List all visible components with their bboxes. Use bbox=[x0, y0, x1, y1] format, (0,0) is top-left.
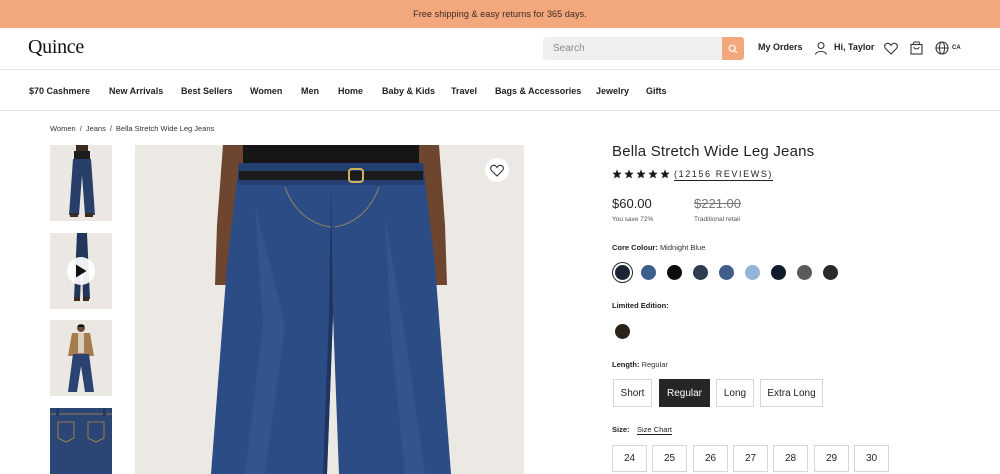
colour-swatch[interactable] bbox=[641, 265, 656, 280]
size-option-24[interactable]: 24 bbox=[612, 445, 647, 472]
product-main-image[interactable] bbox=[135, 145, 524, 474]
colour-swatch[interactable] bbox=[745, 265, 760, 280]
add-to-wishlist-button[interactable] bbox=[485, 158, 509, 182]
breadcrumb-separator: / bbox=[109, 124, 112, 133]
logo[interactable]: Quince bbox=[28, 36, 84, 59]
size-label: Size: bbox=[612, 425, 630, 434]
limited-edition-swatch[interactable] bbox=[615, 324, 630, 339]
size-option-27[interactable]: 27 bbox=[733, 445, 768, 472]
limited-edition-label: Limited Edition: bbox=[612, 301, 669, 310]
star-icon bbox=[648, 169, 658, 179]
nav-item-jewelry[interactable]: Jewelry bbox=[596, 86, 629, 96]
savings-label: You save 72% bbox=[612, 216, 654, 223]
star-icon bbox=[660, 169, 670, 179]
breadcrumb-women[interactable]: Women bbox=[50, 124, 76, 133]
breadcrumb-current: Bella Stretch Wide Leg Jeans bbox=[115, 124, 215, 133]
my-orders-link[interactable]: My Orders bbox=[758, 42, 803, 52]
nav-item-bags-accessories[interactable]: Bags & Accessories bbox=[495, 86, 581, 96]
breadcrumb-jeans[interactable]: Jeans bbox=[86, 124, 106, 133]
site-header: Quince My Orders Hi, Taylor CA bbox=[0, 28, 1000, 70]
nav-item-gifts[interactable]: Gifts bbox=[646, 86, 667, 96]
colour-swatch[interactable] bbox=[823, 265, 838, 280]
heart-icon[interactable] bbox=[883, 40, 899, 56]
thumbnail-front[interactable] bbox=[50, 145, 112, 221]
thumbnail-styled[interactable] bbox=[50, 320, 112, 396]
limited-edition-key: Limited Edition: bbox=[612, 301, 669, 310]
colour-swatch[interactable] bbox=[719, 265, 734, 280]
length-option-short[interactable]: Short bbox=[613, 379, 652, 407]
nav-item-men[interactable]: Men bbox=[301, 86, 319, 96]
nav-item-best-sellers[interactable]: Best Sellers bbox=[181, 86, 233, 96]
length-option-long[interactable]: Long bbox=[716, 379, 754, 407]
nav-item-new-arrivals[interactable]: New Arrivals bbox=[109, 86, 163, 96]
sale-price: $60.00 bbox=[612, 196, 652, 211]
retail-label: Traditional retail bbox=[694, 216, 741, 223]
breadcrumb: Women / Jeans / Bella Stretch Wide Leg Jeans bbox=[50, 124, 214, 133]
length-label: Length: Regular bbox=[612, 360, 668, 369]
length-label-value: Regular bbox=[641, 360, 668, 369]
size-option-26[interactable]: 26 bbox=[693, 445, 728, 472]
colour-swatch[interactable] bbox=[615, 265, 630, 280]
heart-icon bbox=[490, 164, 504, 177]
colour-label-value: Midnight Blue bbox=[659, 243, 706, 252]
size-option-29[interactable]: 29 bbox=[814, 445, 849, 472]
thumbnail-back[interactable] bbox=[50, 408, 112, 474]
search-bar bbox=[543, 37, 744, 60]
thumbnail-video[interactable] bbox=[50, 233, 112, 309]
colour-swatch[interactable] bbox=[771, 265, 786, 280]
rating-stars bbox=[612, 169, 670, 179]
nav-item-baby-kids[interactable]: Baby & Kids bbox=[382, 86, 435, 96]
size-option-28[interactable]: 28 bbox=[773, 445, 808, 472]
colour-swatch[interactable] bbox=[797, 265, 812, 280]
play-button[interactable] bbox=[67, 257, 95, 285]
size-label-key: Size: bbox=[612, 425, 630, 434]
promo-text: Free shipping & easy returns for 365 day… bbox=[413, 9, 587, 19]
main-nav: $70 Cashmere New Arrivals Best Sellers W… bbox=[0, 70, 1000, 111]
nav-item-women[interactable]: Women bbox=[250, 86, 282, 96]
product-title: Bella Stretch Wide Leg Jeans bbox=[612, 143, 815, 160]
reviews-link[interactable]: (12156 REVIEWS) bbox=[674, 169, 774, 181]
size-option-30[interactable]: 30 bbox=[854, 445, 889, 472]
retail-price: $221.00 bbox=[694, 196, 741, 211]
length-option-extra-long[interactable]: Extra Long bbox=[760, 379, 823, 407]
user-icon[interactable] bbox=[813, 40, 829, 56]
length-option-regular[interactable]: Regular bbox=[659, 379, 710, 407]
colour-label: Core Colour: Midnight Blue bbox=[612, 243, 705, 252]
colour-label-key: Core Colour: bbox=[612, 243, 658, 252]
account-greeting[interactable]: Hi, Taylor bbox=[834, 42, 874, 52]
nav-item-cashmere[interactable]: $70 Cashmere bbox=[29, 86, 90, 96]
length-label-key: Length: bbox=[612, 360, 640, 369]
star-icon bbox=[612, 169, 622, 179]
globe-icon[interactable] bbox=[934, 40, 950, 56]
nav-item-travel[interactable]: Travel bbox=[451, 86, 477, 96]
colour-swatch[interactable] bbox=[693, 265, 708, 280]
search-icon bbox=[728, 44, 738, 53]
star-icon bbox=[624, 169, 634, 179]
colour-swatch[interactable] bbox=[667, 265, 682, 280]
size-option-25[interactable]: 25 bbox=[652, 445, 687, 472]
region-code[interactable]: CA bbox=[952, 45, 961, 51]
search-button[interactable] bbox=[722, 37, 744, 60]
cart-icon[interactable] bbox=[908, 40, 924, 56]
promo-banner: Free shipping & easy returns for 365 day… bbox=[0, 0, 1000, 28]
star-icon bbox=[636, 169, 646, 179]
nav-item-home[interactable]: Home bbox=[338, 86, 363, 96]
size-chart-link[interactable]: Size Chart bbox=[637, 425, 673, 435]
search-input[interactable] bbox=[543, 37, 721, 60]
play-icon bbox=[76, 264, 87, 278]
breadcrumb-separator: / bbox=[79, 124, 82, 133]
